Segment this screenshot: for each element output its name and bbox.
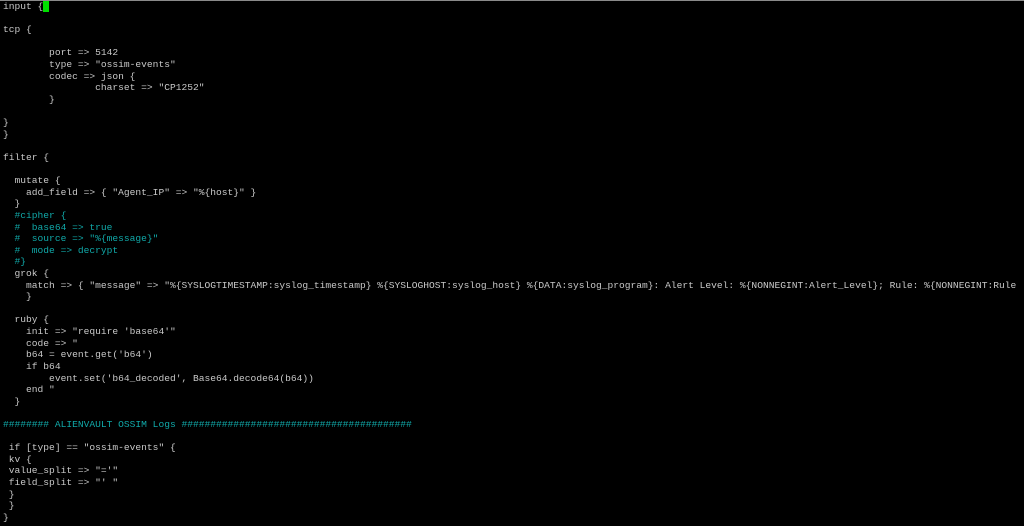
code-line: charset => "CP1252"	[3, 82, 1016, 94]
code-line: ruby {	[3, 314, 1016, 326]
code-line: add_field => { "Agent_IP" => "%{host}" }	[3, 187, 1016, 199]
line-text: codec => json {	[3, 70, 136, 82]
line-text: tcp {	[3, 24, 32, 36]
line-text: mutate {	[3, 175, 61, 187]
line-text: }	[3, 395, 21, 407]
line-text: event.set('b64_decoded', Base64.decode64…	[3, 372, 314, 384]
code-line: filter {	[3, 152, 1016, 164]
line-text: ruby {	[3, 314, 50, 326]
code-line: type => "ossim-events"	[3, 59, 1016, 71]
line-text: b64 = event.get('b64')	[3, 349, 153, 361]
code-line: input {	[3, 1, 1016, 13]
comment-line: # mode => decrypt	[3, 245, 1016, 257]
code-line: }	[3, 117, 1016, 129]
comment-line: # source => "%{message}"	[3, 233, 1016, 245]
code-line: kv {	[3, 454, 1016, 466]
code-line: codec => json {	[3, 71, 1016, 83]
code-line: end "	[3, 384, 1016, 396]
comment-line: # base64 => true	[3, 222, 1016, 234]
code-line: }	[3, 129, 1016, 141]
line-text: if [type] == "ossim-events" {	[3, 442, 176, 454]
code-line: match => { "message" => "%{SYSLOGTIMESTA…	[3, 280, 1016, 292]
code-line: grok {	[3, 268, 1016, 280]
code-line: value_split => "='"	[3, 465, 1016, 477]
line-text: }	[3, 488, 15, 500]
line-text: grok {	[3, 268, 50, 280]
code-line: }	[3, 512, 1016, 524]
code-line: }	[3, 291, 1016, 303]
line-text: ######## ALIENVAULT OSSIM Logs #########…	[3, 418, 412, 430]
line-text: }	[3, 291, 32, 303]
line-text: match => { "message" => "%{SYSLOGTIMESTA…	[3, 279, 1017, 291]
line-text: port => 5142	[3, 47, 119, 59]
comment-line: ######## ALIENVAULT OSSIM Logs #########…	[3, 419, 1016, 431]
line-text: }	[3, 511, 9, 523]
line-text: init => "require 'base64'"	[3, 326, 176, 338]
code-line: }	[3, 198, 1016, 210]
text-cursor	[43, 1, 50, 12]
code-line: init => "require 'base64'"	[3, 326, 1016, 338]
line-text: }	[3, 128, 9, 140]
line-text: kv {	[3, 453, 32, 465]
line-text: # base64 => true	[3, 221, 113, 233]
comment-line: #}	[3, 256, 1016, 268]
terminal-text-editor[interactable]: input { tcp { port => 5142 type => "ossim…	[3, 1, 1016, 523]
code-line: }	[3, 489, 1016, 501]
code-line: field_split => "' "	[3, 477, 1016, 489]
code-line: }	[3, 396, 1016, 408]
line-text: field_split => "' "	[3, 476, 119, 488]
line-text: add_field => { "Agent_IP" => "%{host}" }	[3, 186, 257, 198]
code-line: }	[3, 94, 1016, 106]
line-text: #}	[3, 256, 27, 268]
line-text: }	[3, 117, 9, 129]
line-text: # source => "%{message}"	[3, 233, 159, 245]
line-text: filter {	[3, 151, 50, 163]
line-text: type => "ossim-events"	[3, 59, 176, 71]
line-text: }	[3, 198, 21, 210]
code-line: port => 5142	[3, 47, 1016, 59]
line-text: charset => "CP1252"	[3, 82, 205, 94]
code-line: tcp {	[3, 24, 1016, 36]
line-text: }	[3, 93, 55, 105]
line-text: value_split => "='"	[3, 465, 119, 477]
line-text: if b64	[3, 360, 61, 372]
code-line: event.set('b64_decoded', Base64.decode64…	[3, 373, 1016, 385]
code-line: code => "	[3, 338, 1016, 350]
code-line: }	[3, 500, 1016, 512]
code-line: mutate {	[3, 175, 1016, 187]
code-line: if [type] == "ossim-events" {	[3, 442, 1016, 454]
code-line: if b64	[3, 361, 1016, 373]
comment-line: #cipher {	[3, 210, 1016, 222]
line-text: code => "	[3, 337, 78, 349]
line-text: }	[3, 500, 15, 512]
line-text: #cipher {	[3, 209, 67, 221]
code-line: b64 = event.get('b64')	[3, 349, 1016, 361]
line-text: end "	[3, 384, 55, 396]
line-text: # mode => decrypt	[3, 244, 119, 256]
line-text: input {	[3, 1, 44, 12]
